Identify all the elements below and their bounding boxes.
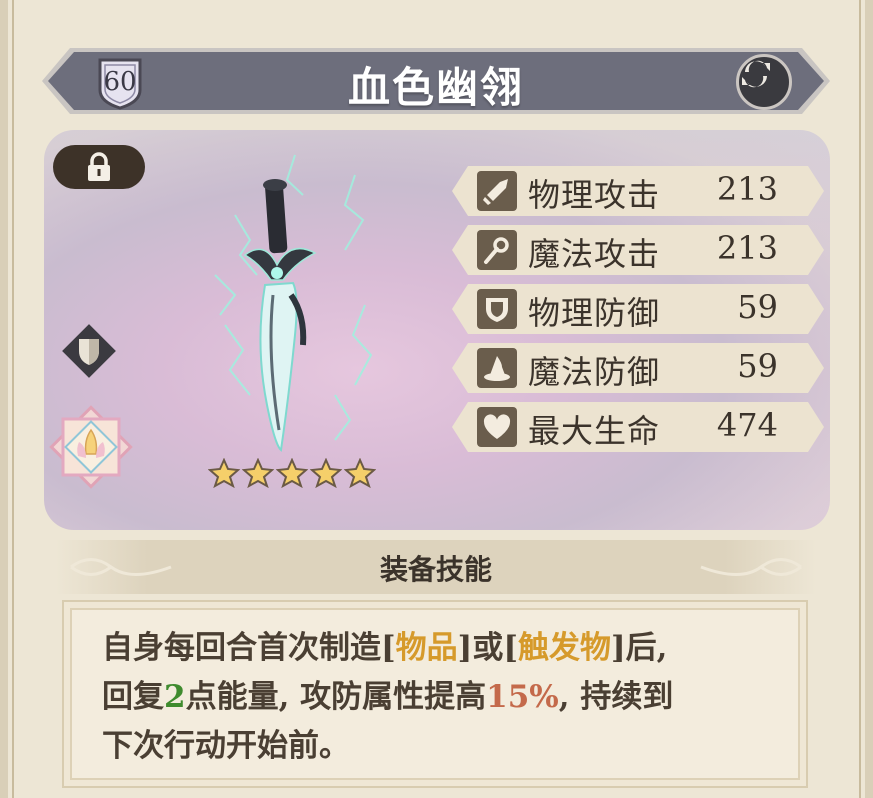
stat-value: 213: [716, 170, 778, 208]
weapon-illustration: [195, 145, 395, 459]
stat-label: 魔法攻击: [528, 235, 661, 273]
star-icon: [208, 458, 240, 488]
defense-type-icon: [60, 322, 118, 384]
shield-icon: [477, 289, 517, 329]
buff-percent: 15%: [486, 679, 559, 715]
stat-row-magic-defense: 魔法防御 59: [452, 343, 824, 393]
stat-row-magic-attack: 魔法攻击 213: [452, 225, 824, 275]
staff-icon: [477, 230, 517, 270]
swap-icon: [742, 60, 770, 88]
skill-line-2: 回复2点能量, 攻防属性提高15%, 持续到: [102, 679, 674, 715]
keyword-item: 物品: [395, 630, 458, 666]
level-value: 60: [103, 67, 137, 97]
stat-value: 59: [737, 347, 778, 385]
stat-label: 物理攻击: [528, 176, 661, 214]
stat-label: 最大生命: [528, 412, 661, 450]
stat-label: 魔法防御: [528, 353, 661, 391]
skill-heading: 装备技能: [379, 553, 492, 586]
stat-row-physical-defense: 物理防御 59: [452, 284, 824, 334]
skill-header: 装备技能: [56, 540, 816, 594]
keyword-trigger: 触发物: [518, 630, 612, 666]
level-badge: 60: [92, 54, 148, 110]
star-icon: [344, 458, 376, 488]
lock-button[interactable]: [53, 145, 145, 189]
skill-description: 自身每回合首次制造[物品]或[触发物]后, 回复2点能量, 攻防属性提高15%,…: [102, 624, 782, 771]
energy-amount: 2: [164, 679, 186, 715]
stat-row-physical-attack: 物理攻击 213: [452, 166, 824, 216]
sword-icon: [477, 171, 517, 211]
stat-value: 213: [716, 229, 778, 267]
star-icon: [276, 458, 308, 488]
stat-value: 474: [716, 406, 778, 444]
lock-icon: [88, 152, 110, 181]
skill-line-1: 自身每回合首次制造[物品]或[触发物]后,: [102, 630, 668, 666]
rarity-emblem-icon: [46, 402, 136, 496]
stat-value: 59: [737, 288, 778, 326]
stat-row-max-hp: 最大生命 474: [452, 402, 824, 452]
item-title: 血色幽翎: [347, 63, 524, 112]
skill-line-3: 下次行动开始前。: [102, 728, 350, 764]
skill-description-box: 自身每回合首次制造[物品]或[触发物]后, 回复2点能量, 攻防属性提高15%,…: [62, 600, 808, 788]
star-icon: [310, 458, 342, 488]
star-rating: [208, 458, 376, 488]
heart-icon: [477, 407, 517, 447]
title-banner: 60 血色幽翎: [42, 42, 830, 120]
star-icon: [242, 458, 274, 488]
wizard-hat-icon: [477, 348, 517, 388]
stat-label: 物理防御: [528, 294, 661, 332]
swap-button[interactable]: [736, 54, 792, 110]
